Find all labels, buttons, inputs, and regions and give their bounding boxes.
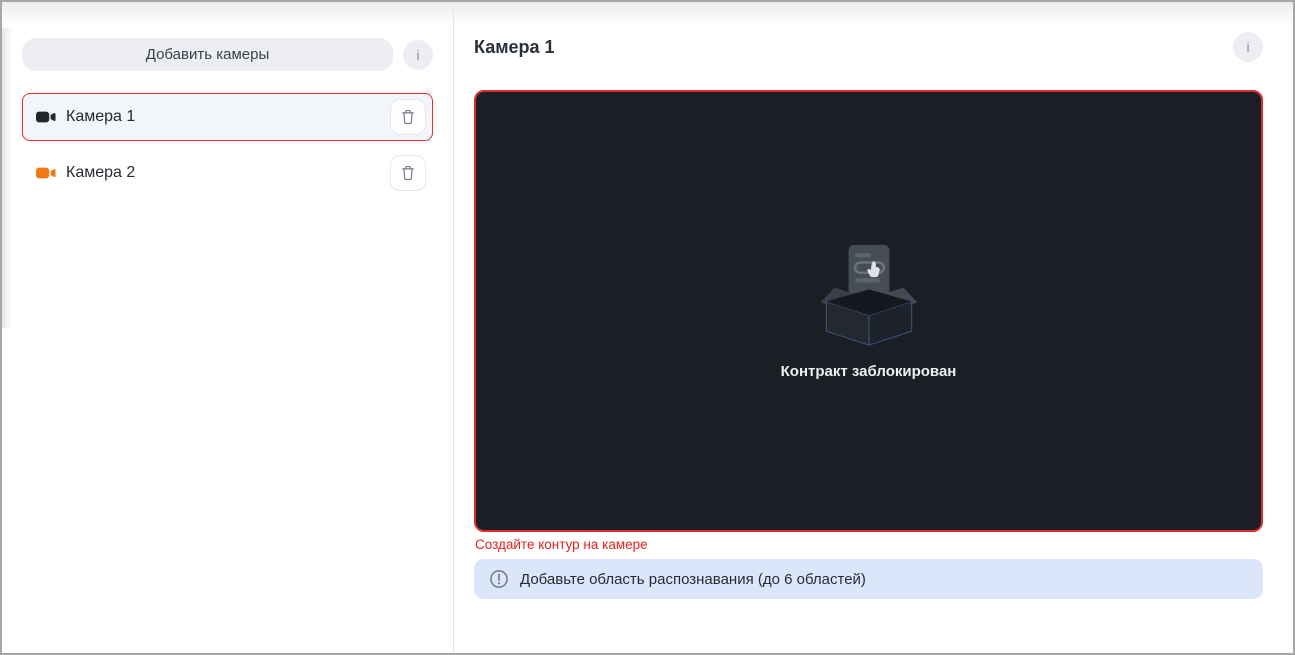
delete-camera-button[interactable]: [390, 99, 426, 135]
add-cameras-button[interactable]: Добавить камеры: [22, 38, 393, 71]
camera-list-item-2[interactable]: Камера 2: [22, 149, 433, 197]
exclamation-circle-icon: [490, 570, 508, 588]
camera-video-preview[interactable]: Контракт заблокирован: [474, 90, 1263, 532]
validation-message: Создайте контур на камере: [475, 537, 648, 552]
sidebar-toolbar: Добавить камеры i: [22, 38, 433, 71]
trash-icon: [402, 109, 414, 125]
hint-banner: Добавьте область распознавания (до 6 обл…: [474, 559, 1263, 599]
trash-icon: [402, 165, 414, 181]
camera-name: Камера 2: [66, 164, 136, 181]
empty-box-illustration: [820, 244, 917, 346]
video-placeholder-text: Контракт заблокирован: [780, 362, 957, 380]
camera-sidebar: Добавить камеры i Камера 1 Камера 2: [2, 2, 454, 653]
hint-banner-text: Добавьте область распознавания (до 6 обл…: [520, 570, 866, 588]
panel-info-icon[interactable]: i: [1233, 32, 1263, 62]
panel-header: Камера 1 i: [474, 30, 1263, 64]
app-window: Добавить камеры i Камера 1 Камера 2 Каме…: [0, 0, 1295, 655]
delete-camera-button[interactable]: [390, 155, 426, 191]
camera-name: Камера 1: [66, 108, 136, 125]
camera-detail-panel: Камера 1 i Контракт заблокирован Создайт…: [454, 2, 1293, 653]
video-camera-icon: [36, 111, 56, 123]
video-camera-icon: [36, 167, 56, 179]
page-title: Камера 1: [474, 36, 555, 57]
camera-list-item-1[interactable]: Камера 1: [22, 93, 433, 141]
sidebar-info-icon[interactable]: i: [403, 39, 433, 70]
